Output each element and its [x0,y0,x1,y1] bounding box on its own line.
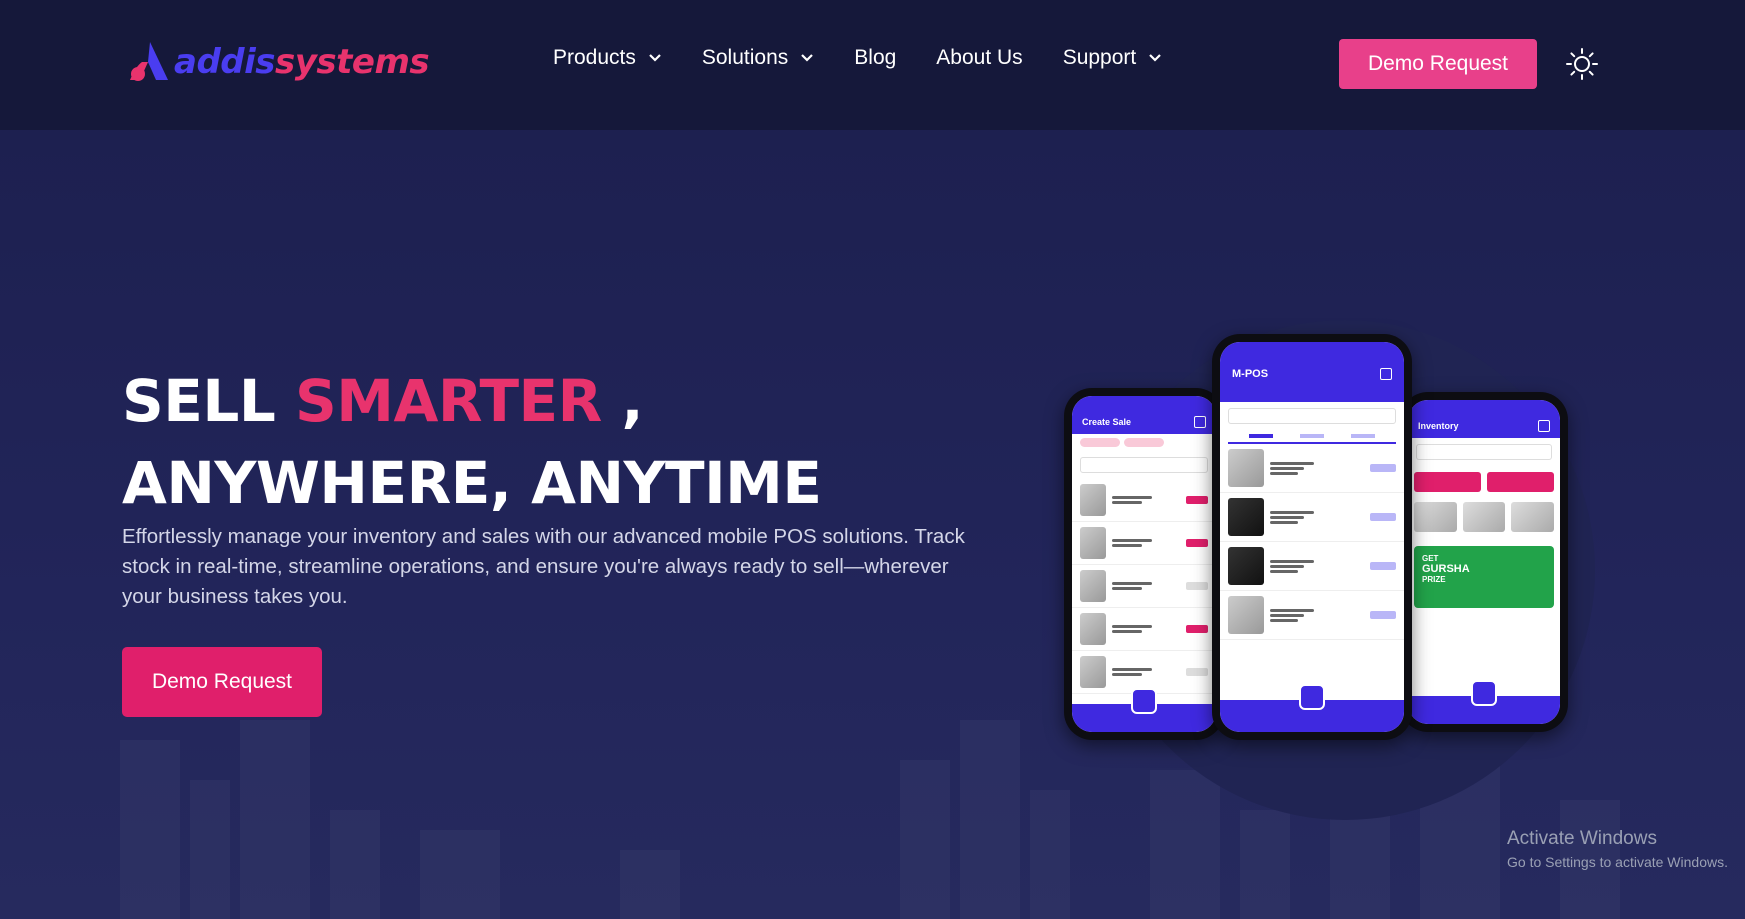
nav-item-solutions[interactable]: Solutions [702,46,814,70]
nav-label: Blog [854,46,897,69]
nav-item-blog[interactable]: Blog [854,46,896,70]
hero-title-line2: ANYWHERE, ANYTIME [122,449,822,517]
watermark-title: Activate Windows [1507,828,1657,849]
app-title: M-POS [1232,368,1269,380]
nav-label: About Us [936,46,1023,69]
promo-text: GURSHA [1422,563,1470,575]
logo-text-addis: addis [174,42,276,82]
chevron-down-icon [1149,54,1162,62]
promo-text: GET [1422,554,1439,563]
hero-title-part: SELL [122,367,296,435]
main-nav: Products Solutions Blog About Us Support [553,46,1202,70]
hero-demo-request-button[interactable]: Demo Request [122,647,322,717]
promo-text: PRIZE [1422,575,1446,584]
windows-activation-watermark: Activate Windows Go to Settings to activ… [1507,828,1728,870]
logo-text-systems: systems [275,42,430,82]
chevron-down-icon [801,54,814,62]
phone-screen: Inventory GET GURSHA PRIZE [1408,400,1560,724]
phone-screen: M-POS [1220,342,1404,732]
hero-title: SELL SMARTER , ANYWHERE, ANYTIME [122,360,822,524]
phone-m-pos: M-POS [1212,334,1412,740]
app-title: Create Sale [1082,417,1132,427]
nav-label: Solutions [701,46,789,69]
hero-title-part: , [601,367,644,435]
logo-mark-icon [130,42,168,81]
nav-item-support[interactable]: Support [1063,46,1163,70]
phone-screen: Create Sale [1072,396,1216,732]
app-header: M-POS [1220,360,1404,388]
hero-description: Effortlessly manage your inventory and s… [122,525,965,608]
phone-create-sale: Create Sale [1064,388,1224,740]
app-header: Create Sale [1072,410,1216,434]
header-demo-request-button[interactable]: Demo Request [1339,39,1537,89]
chevron-down-icon [649,54,661,62]
app-title: Inventory [1418,421,1459,431]
phone-inventory: Inventory GET GURSHA PRIZE [1400,392,1568,732]
watermark-subtitle: Go to Settings to activate Windows. [1507,854,1728,870]
brand-logo[interactable]: addissystems [128,38,430,86]
nav-label: Products [553,46,636,69]
app-header: Inventory [1408,414,1560,438]
sun-icon[interactable] [1565,47,1599,81]
nav-item-products[interactable]: Products [553,46,662,70]
hero-title-highlight: SMARTER [295,367,602,435]
logo-text: addissystems [174,42,430,82]
nav-item-about-us[interactable]: About Us [936,46,1022,70]
nav-label: Support [1062,46,1137,69]
site-header: addissystems Products Solutions Blog Abo… [0,0,1745,130]
promo-banner: GET GURSHA PRIZE [1414,546,1554,608]
